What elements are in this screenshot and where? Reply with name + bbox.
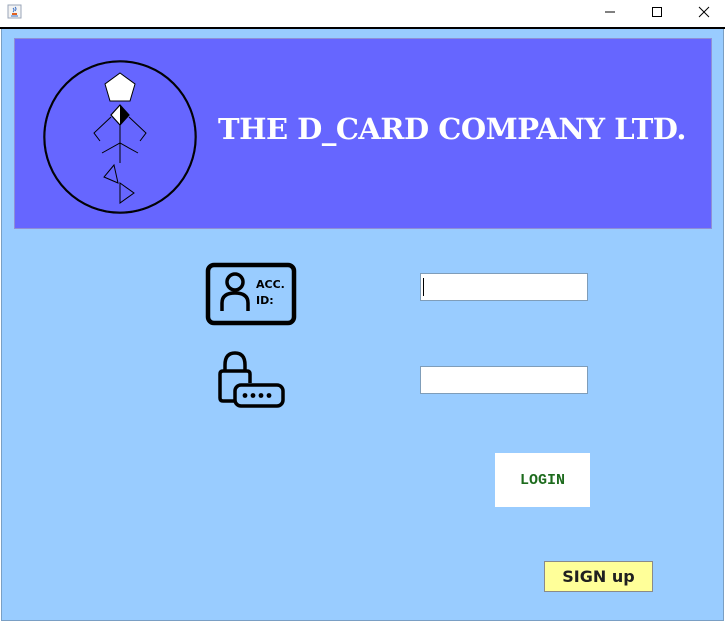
- maximize-button[interactable]: [634, 0, 680, 24]
- acc-label-text: ACC.: [256, 278, 285, 291]
- id-label-text: ID:: [256, 294, 274, 307]
- login-panel: THE D_CARD COMPANY LTD. ACC. ID: LOGIN S…: [1, 29, 724, 621]
- close-button[interactable]: [681, 0, 725, 24]
- title-bar[interactable]: [0, 0, 725, 24]
- close-icon: [698, 6, 710, 18]
- app-window: THE D_CARD COMPANY LTD. ACC. ID: LOGIN S…: [0, 0, 725, 622]
- password-input[interactable]: [420, 366, 588, 394]
- minimize-icon: [605, 11, 615, 13]
- id-card-icon: ACC. ID:: [205, 262, 297, 326]
- company-title: THE D_CARD COMPANY LTD.: [218, 112, 687, 146]
- account-id-input[interactable]: [420, 273, 588, 301]
- maximize-icon: [652, 7, 662, 17]
- header-banner: THE D_CARD COMPANY LTD.: [14, 38, 712, 229]
- signup-button[interactable]: SIGN up: [544, 561, 653, 592]
- minimize-button[interactable]: [587, 0, 633, 24]
- d-card-logo-icon: [43, 60, 197, 214]
- text-caret: [423, 278, 424, 296]
- login-button[interactable]: LOGIN: [495, 453, 590, 507]
- java-app-icon: [7, 4, 22, 19]
- lock-password-icon: [218, 351, 285, 408]
